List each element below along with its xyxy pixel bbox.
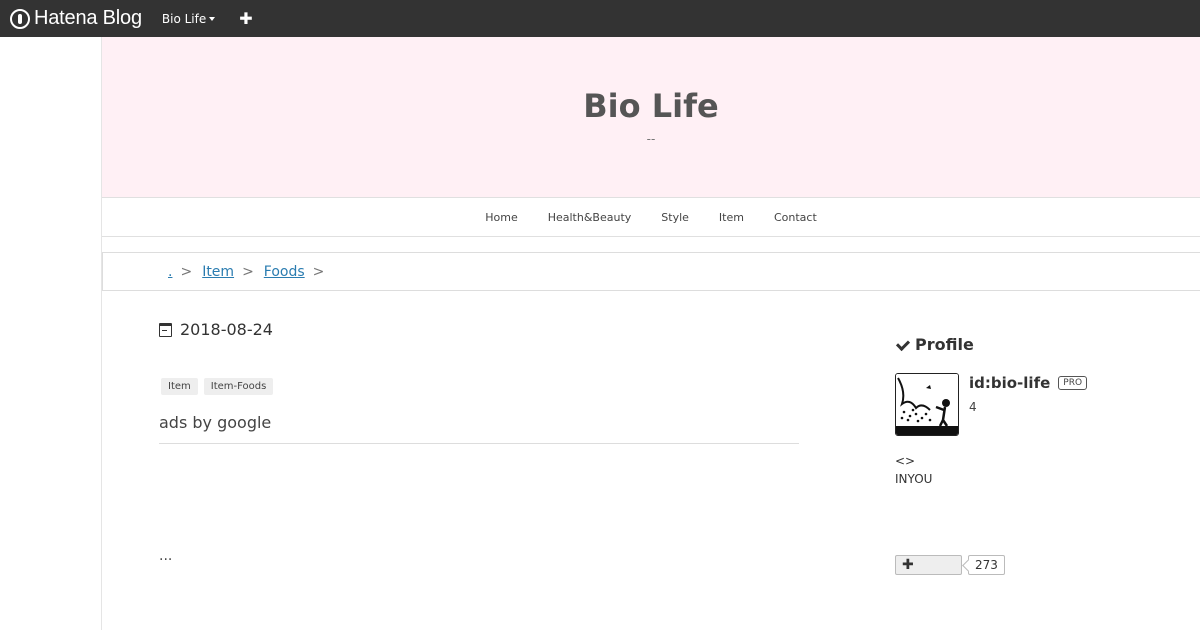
nav-item-health-beauty[interactable]: Health&Beauty: [548, 211, 632, 224]
subscribe-button[interactable]: ✚: [895, 555, 962, 575]
breadcrumb-home[interactable]: .: [168, 264, 172, 280]
subscriber-count: 273: [968, 555, 1005, 575]
ads-label: ads by google: [159, 413, 799, 444]
site-description: --: [646, 132, 656, 146]
hatena-blog-logo[interactable]: Hatena Blog: [10, 7, 142, 30]
avatar[interactable]: [895, 373, 959, 436]
top-bar: Hatena Blog Bio Life ✚: [0, 0, 1200, 37]
add-plus-icon[interactable]: ✚: [239, 9, 252, 28]
profile-heading-text: Profile: [915, 335, 974, 354]
profile-id: id:bio-life PRO: [969, 374, 1088, 392]
caret-down-icon: [209, 16, 216, 21]
pro-badge: PRO: [1058, 376, 1088, 390]
brand-text: Hatena Blog: [34, 7, 142, 29]
nav-item-style[interactable]: Style: [661, 211, 689, 224]
profile-count: 4: [969, 400, 977, 414]
breadcrumb-foods[interactable]: Foods: [264, 264, 305, 280]
tag-item[interactable]: Item: [161, 378, 198, 395]
calendar-icon: [159, 322, 172, 337]
site-title[interactable]: Bio Life: [102, 87, 1200, 125]
breadcrumb-separator: >: [180, 263, 193, 280]
entry-tags: Item Item-Foods: [161, 378, 279, 395]
nav-item-home[interactable]: Home: [485, 211, 517, 224]
nav-item-item[interactable]: Item: [719, 211, 744, 224]
global-nav: Home Health&Beauty Style Item Contact: [102, 197, 1200, 237]
blog-menu-dropdown[interactable]: Bio Life: [161, 11, 216, 26]
breadcrumb-item[interactable]: Item: [202, 264, 234, 280]
breadcrumb-separator: >: [312, 263, 325, 280]
avatar-image: [896, 374, 958, 435]
profile-heading: Profile: [895, 335, 974, 354]
tag-item-foods[interactable]: Item-Foods: [203, 378, 274, 395]
blog-header: Bio Life --: [102, 37, 1200, 198]
plus-icon: ✚: [902, 557, 914, 573]
blog-menu-label: Bio Life: [161, 11, 207, 26]
profile-text-2: INYOU: [895, 472, 933, 486]
entry-date-text: 2018-08-24: [180, 320, 273, 339]
nav-item-contact[interactable]: Contact: [774, 211, 817, 224]
hatena-logo-icon: [10, 8, 30, 29]
entry-date[interactable]: 2018-08-24: [159, 320, 273, 339]
profile-id-link[interactable]: id:bio-life: [969, 374, 1050, 392]
check-icon: [895, 338, 909, 352]
breadcrumb: . > Item > Foods >: [102, 252, 1200, 291]
entry-ellipsis: ...: [159, 548, 173, 564]
breadcrumb-separator: >: [242, 263, 254, 280]
left-gutter: [0, 37, 102, 630]
profile-text-1: <>: [895, 454, 916, 468]
